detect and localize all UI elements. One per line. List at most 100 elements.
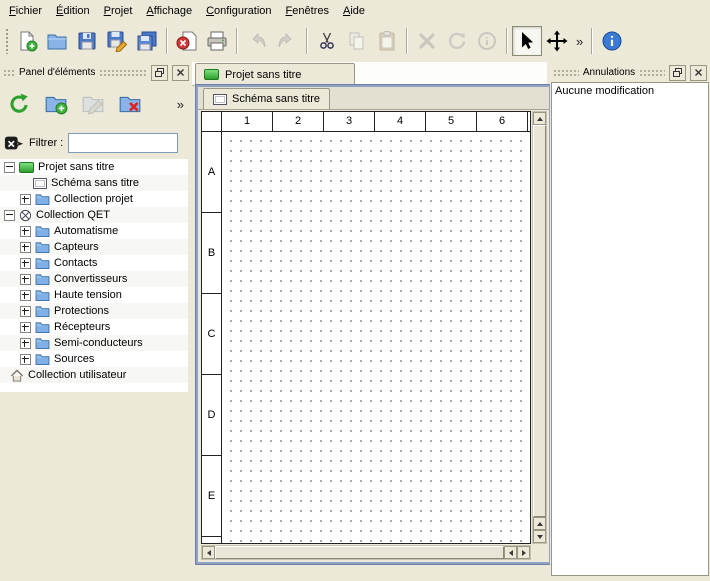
delete-element-button[interactable] (115, 89, 145, 119)
elements-panel-title: Panel d'éléments (19, 67, 95, 78)
scroll-left-button[interactable] (202, 546, 215, 559)
expand-expander-icon[interactable] (20, 274, 31, 285)
tree-item-contacts[interactable]: Contacts (0, 255, 188, 271)
dock-grip[interactable] (639, 69, 665, 77)
tree-item-sources[interactable]: Sources (0, 351, 188, 367)
element-info-button[interactable] (472, 26, 502, 56)
tree-item-schema[interactable]: Schéma sans titre (0, 175, 188, 191)
scroll-down-button[interactable] (533, 530, 546, 543)
expand-expander-icon[interactable] (20, 290, 31, 301)
cut-button[interactable] (312, 26, 342, 56)
float-panel-button[interactable] (151, 65, 168, 81)
pan-mode-button[interactable] (542, 26, 572, 56)
tree-item-protections[interactable]: Protections (0, 303, 188, 319)
menu-projet[interactable]: Projet (97, 2, 140, 21)
tree-item-collection-projet[interactable]: Collection projet (0, 191, 188, 207)
scroll-up-button-2[interactable] (533, 517, 546, 530)
scroll-right-button[interactable] (517, 546, 530, 559)
menu-aide[interactable]: Aide (336, 2, 372, 21)
dock-grip[interactable] (3, 69, 15, 77)
horizontal-scrollbar[interactable] (201, 545, 531, 560)
reload-collections-button[interactable] (4, 89, 34, 119)
horizontal-scroll-thumb[interactable] (215, 546, 504, 559)
panel-overflow-chevron[interactable]: » (173, 97, 188, 112)
save-all-button[interactable] (132, 26, 162, 56)
save-button[interactable] (72, 26, 102, 56)
copy-button[interactable] (342, 26, 372, 56)
tab-projet-sans-titre[interactable]: Projet sans titre (195, 63, 355, 85)
new-element-button[interactable] (41, 89, 71, 119)
menu-fenetres[interactable]: Fenêtres (279, 2, 336, 21)
undo-button[interactable] (242, 26, 272, 56)
menu-configuration[interactable]: Configuration (199, 2, 278, 21)
vertical-scrollbar[interactable] (532, 111, 547, 544)
toolbar-overflow-chevron[interactable]: » (572, 34, 587, 49)
schema-canvas[interactable] (222, 132, 530, 543)
menu-edition[interactable]: Édition (49, 2, 97, 21)
menu-affichage[interactable]: Affichage (139, 2, 199, 21)
tab-schema-sans-titre[interactable]: Schéma sans titre (203, 88, 330, 109)
scroll-up-button[interactable] (533, 112, 546, 125)
about-qet-button[interactable] (597, 26, 627, 56)
paste-button[interactable] (372, 26, 402, 56)
tree-item-capteurs[interactable]: Capteurs (0, 239, 188, 255)
expand-expander-icon[interactable] (20, 322, 31, 333)
tree-item-project[interactable]: Projet sans titre (0, 159, 188, 175)
selection-mode-button[interactable] (512, 26, 542, 56)
save-as-icon (106, 30, 128, 52)
schema-icon (33, 178, 47, 189)
close-project-button[interactable] (172, 26, 202, 56)
collapse-expander-icon[interactable] (4, 210, 15, 221)
save-as-button[interactable] (102, 26, 132, 56)
undo-panel-titlebar[interactable]: Annulations (550, 62, 710, 81)
toolbar-grip[interactable] (5, 28, 9, 54)
tree-item-automatisme[interactable]: Automatisme (0, 223, 188, 239)
row-header: B (202, 213, 221, 294)
expand-expander-icon[interactable] (20, 242, 31, 253)
dock-grip[interactable] (553, 69, 579, 77)
schema-tab-bar: Schéma sans titre (198, 87, 549, 110)
delete-button[interactable] (412, 26, 442, 56)
new-project-button[interactable] (12, 26, 42, 56)
reload-icon (7, 92, 31, 116)
scroll-left-button-2[interactable] (504, 546, 517, 559)
collapse-expander-icon[interactable] (4, 162, 15, 173)
expand-expander-icon[interactable] (20, 226, 31, 237)
expand-expander-icon[interactable] (20, 306, 31, 317)
edit-element-button[interactable] (78, 89, 108, 119)
float-panel-button[interactable] (669, 65, 686, 81)
tree-item-recepteurs[interactable]: Récepteurs (0, 319, 188, 335)
tree-item-semi-conducteurs[interactable]: Semi-conducteurs (0, 335, 188, 351)
close-panel-button[interactable] (690, 65, 707, 81)
folder-icon (35, 337, 50, 349)
scissors-icon (316, 30, 338, 52)
tree-item-collection-utilisateur[interactable]: Collection utilisateur (0, 367, 188, 383)
dock-grip[interactable] (99, 69, 147, 77)
close-panel-button[interactable] (172, 65, 189, 81)
toolbar-separator (236, 28, 238, 54)
tree-item-label: Collection utilisateur (28, 369, 126, 381)
elements-panel-titlebar[interactable]: Panel d'éléments (0, 62, 192, 81)
filter-input[interactable] (68, 133, 178, 153)
expand-expander-icon[interactable] (20, 194, 31, 205)
clear-filter-icon[interactable] (4, 133, 24, 153)
expand-expander-icon[interactable] (20, 354, 31, 365)
menu-fichier[interactable]: Fichier (2, 2, 49, 21)
move-arrows-icon (546, 30, 568, 52)
vertical-scroll-thumb[interactable] (533, 125, 546, 517)
expand-expander-icon[interactable] (20, 258, 31, 269)
undo-list-item[interactable]: Aucune modification (555, 84, 705, 99)
redo-button[interactable] (272, 26, 302, 56)
tree-item-label: Collection projet (54, 193, 133, 205)
tree-item-haute-tension[interactable]: Haute tension (0, 287, 188, 303)
expand-expander-icon[interactable] (20, 338, 31, 349)
tree-item-convertisseurs[interactable]: Convertisseurs (0, 271, 188, 287)
triangle-up-icon (537, 117, 543, 121)
tree-item-collection-qet[interactable]: Collection QET (0, 207, 188, 223)
triangle-down-icon (537, 535, 543, 539)
row-header: D (202, 375, 221, 456)
open-folder-icon (46, 30, 68, 52)
open-project-button[interactable] (42, 26, 72, 56)
print-button[interactable] (202, 26, 232, 56)
rotate-button[interactable] (442, 26, 472, 56)
